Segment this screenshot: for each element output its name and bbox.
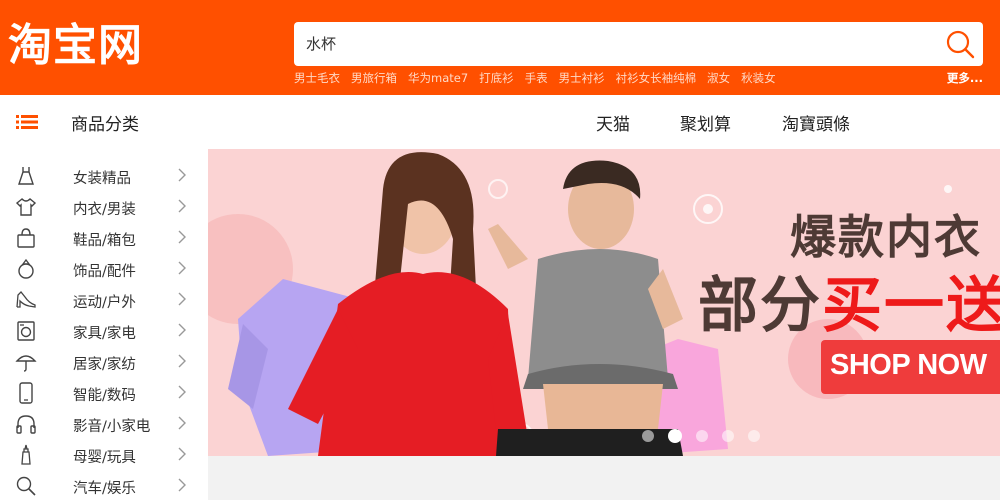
dress-icon — [18, 167, 34, 185]
sidebar-item-furniture[interactable]: 家具/家电 — [0, 316, 208, 347]
sidebar-item-shoes-bags[interactable]: 鞋品/箱包 — [0, 223, 208, 254]
chevron-right-icon — [178, 385, 186, 399]
sidebar-item-accessories[interactable]: 饰品/配件 — [0, 254, 208, 285]
hotword-link[interactable]: 衬衫女长袖纯棉 — [616, 70, 697, 88]
carousel-dots — [642, 429, 774, 443]
hotword-link[interactable]: 华为mate7 — [408, 70, 468, 88]
banner-subheadline-part: 部分 — [698, 271, 822, 341]
banner-subheadline: 部分买一送 — [698, 257, 1000, 344]
chevron-right-icon — [178, 292, 186, 306]
search-tool-icon — [16, 476, 36, 496]
carousel-dot[interactable] — [748, 430, 760, 442]
high-heel-icon — [16, 291, 36, 308]
hot-search-words: 男士毛衣 男旅行箱 华为mate7 打底衫 手表 男士衬衫 衬衫女长袖纯棉 淑女… — [294, 70, 787, 88]
sidebar-item-home[interactable]: 居家/家纺 — [0, 347, 208, 378]
search-box — [294, 22, 983, 66]
header: 淘宝网 男士毛衣 男旅行箱 华为mate7 打底衫 手表 男士衬衫 衬衫女长袖纯… — [0, 0, 1000, 95]
umbrella-icon — [15, 355, 37, 372]
nav-link-tmall[interactable]: 天猫 — [596, 110, 630, 135]
carousel-dot-active[interactable] — [668, 429, 682, 443]
sidebar-item-label: 居家/家纺 — [73, 357, 136, 373]
category-sidebar: 女装精品 内衣/男装 鞋品/箱包 饰品/配件 运动/户外 家具/家电 居家/家纺… — [0, 149, 208, 500]
sidebar-item-women[interactable]: 女装精品 — [0, 161, 208, 192]
chevron-right-icon — [178, 168, 186, 182]
taobao-logo[interactable]: 淘宝网 — [8, 16, 143, 76]
shop-now-button[interactable]: SHOP NOW — [821, 340, 1000, 394]
search-input[interactable] — [306, 22, 926, 66]
shirt-icon — [15, 198, 37, 216]
news-strip — [208, 456, 1000, 500]
hotword-link[interactable]: 男士衬衫 — [559, 70, 605, 88]
more-link[interactable]: 更多... — [947, 70, 983, 86]
sidebar-item-label: 家具/家电 — [73, 326, 136, 342]
chevron-right-icon — [178, 447, 186, 461]
nav-link-headlines[interactable]: 淘寶頭條 — [782, 110, 850, 135]
baby-bottle-icon — [21, 444, 31, 465]
sidebar-item-label: 汽车/娱乐 — [73, 481, 136, 497]
shop-now-label: SHOP NOW — [830, 349, 987, 381]
sidebar-item-digital[interactable]: 智能/数码 — [0, 378, 208, 409]
ring-icon — [18, 258, 34, 279]
sidebar-item-audio[interactable]: 影音/小家电 — [0, 409, 208, 440]
hotword-link[interactable]: 手表 — [525, 70, 548, 88]
sidebar-item-sports[interactable]: 运动/户外 — [0, 285, 208, 316]
sidebar-item-label: 智能/数码 — [73, 388, 136, 404]
hotword-link[interactable]: 淑女 — [707, 70, 730, 88]
carousel-dot[interactable] — [722, 430, 734, 442]
banner-subheadline-highlight: 买一送 — [822, 271, 1000, 341]
sidebar-item-label: 饰品/配件 — [73, 264, 136, 280]
hotword-link[interactable]: 打底衫 — [479, 70, 514, 88]
nav-bar: 商品分类 天猫 聚划算 淘寶頭條 — [0, 95, 1000, 149]
chevron-right-icon — [178, 199, 186, 213]
sidebar-item-label: 影音/小家电 — [73, 419, 151, 435]
sidebar-item-underwear[interactable]: 内衣/男装 — [0, 192, 208, 223]
carousel-dot[interactable] — [642, 430, 654, 442]
sidebar-item-label: 女装精品 — [73, 171, 131, 187]
nav-link-juhuasuan[interactable]: 聚划算 — [680, 110, 731, 135]
sidebar-item-baby[interactable]: 母婴/玩具 — [0, 440, 208, 471]
sidebar-item-auto[interactable]: 汽车/娱乐 — [0, 471, 208, 502]
hotword-link[interactable]: 男士毛衣 — [294, 70, 340, 88]
hotword-link[interactable]: 秋装女 — [741, 70, 776, 88]
washing-machine-icon — [17, 321, 35, 341]
sidebar-item-label: 内衣/男装 — [73, 202, 136, 218]
category-title[interactable]: 商品分类 — [71, 110, 139, 135]
sidebar-item-label: 运动/户外 — [73, 295, 136, 311]
bag-icon — [17, 228, 35, 248]
search-icon[interactable] — [945, 29, 975, 59]
sidebar-item-label: 母婴/玩具 — [73, 450, 136, 466]
chevron-right-icon — [178, 323, 186, 337]
phone-icon — [19, 382, 33, 404]
sidebar-item-label: 鞋品/箱包 — [73, 233, 136, 249]
headphones-icon — [16, 415, 36, 434]
chevron-right-icon — [178, 478, 186, 492]
menu-icon[interactable] — [16, 114, 38, 130]
chevron-right-icon — [178, 261, 186, 275]
promo-banner[interactable]: 爆款内衣 部分买一送 SHOP NOW — [208, 149, 1000, 456]
carousel-dot[interactable] — [696, 430, 708, 442]
chevron-right-icon — [178, 416, 186, 430]
chevron-right-icon — [178, 230, 186, 244]
hotword-link[interactable]: 男旅行箱 — [351, 70, 397, 88]
chevron-right-icon — [178, 354, 186, 368]
